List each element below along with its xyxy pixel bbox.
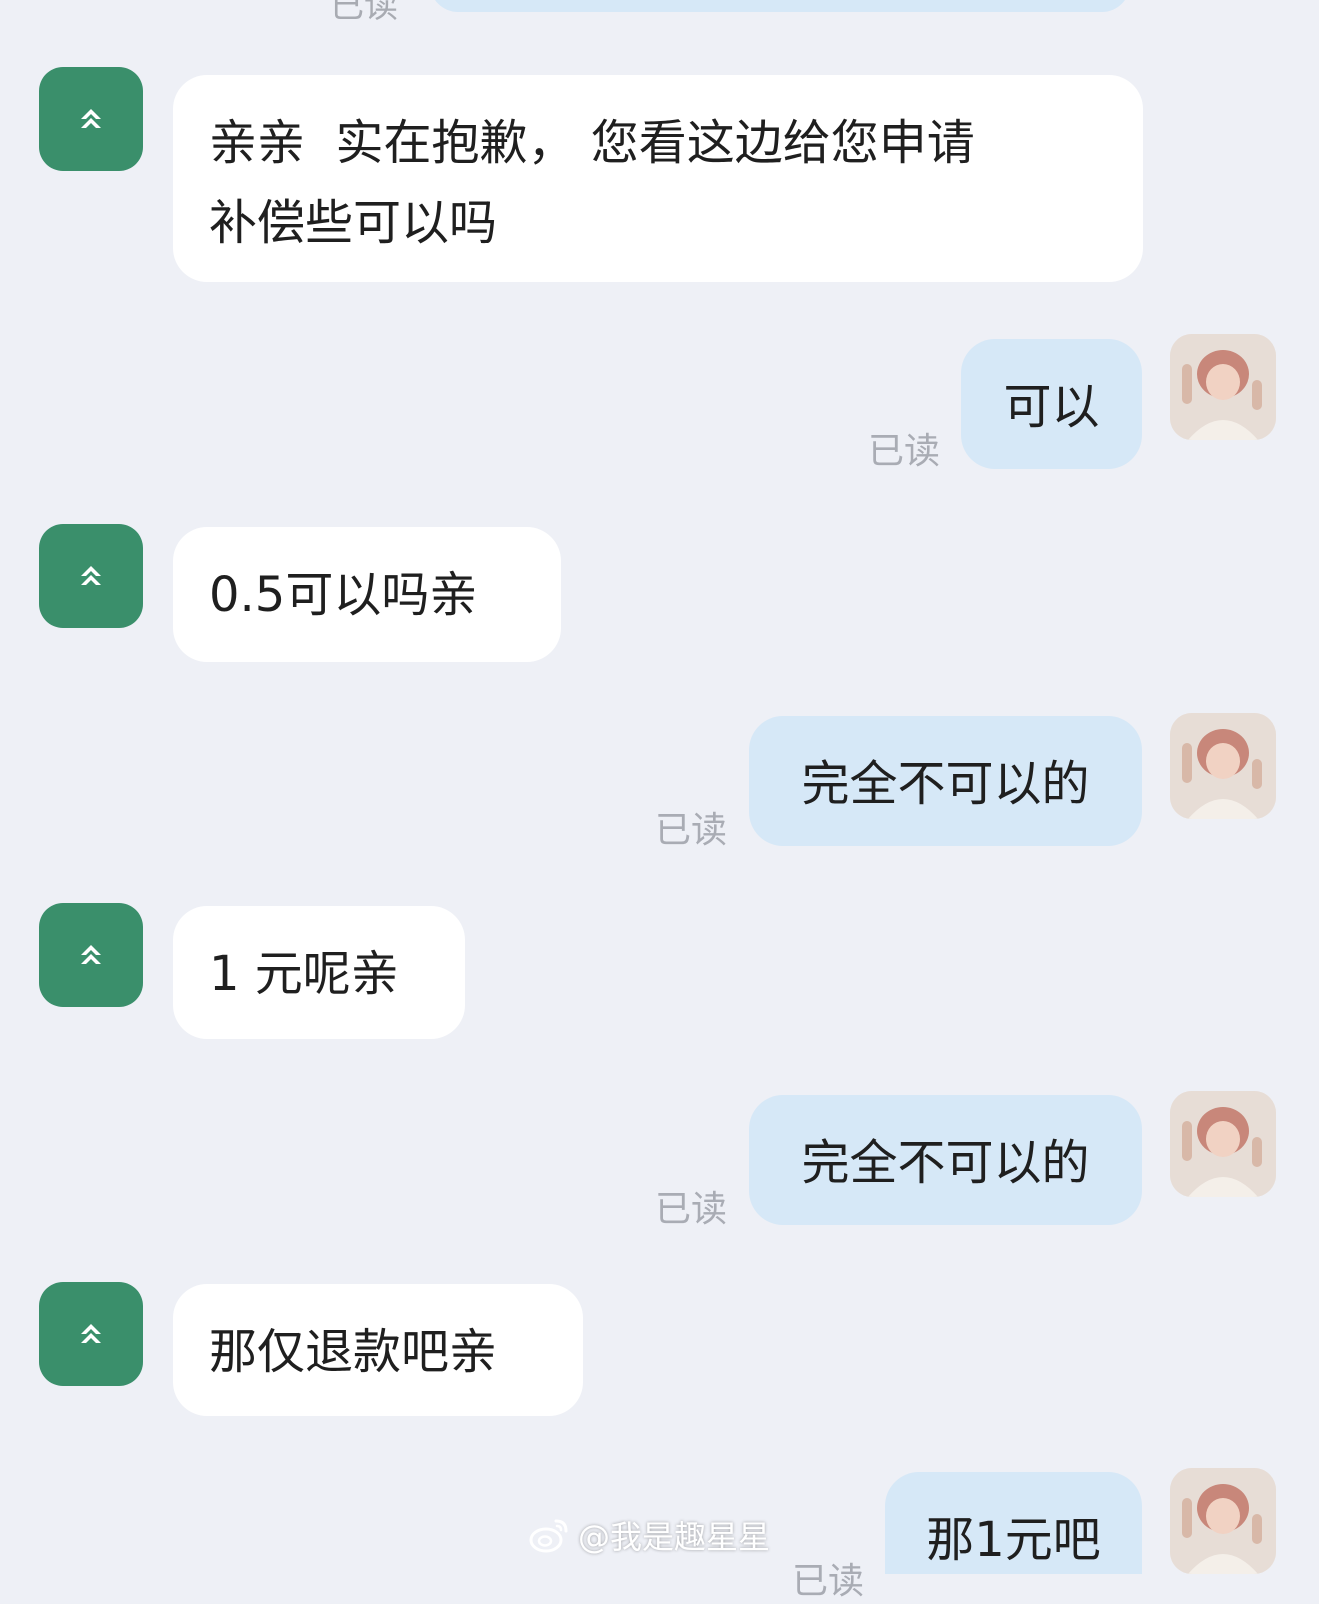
message-bubble-incoming[interactable]: 1 元呢亲 [173,906,465,1039]
user-avatar[interactable] [1170,1091,1276,1197]
chat-area[interactable]: 已读 亲亲 实在抱歉， 您看这边给您申请 补偿些可以吗 可以 已读 0.5可以吗… [0,0,1319,1602]
weibo-icon [529,1519,568,1553]
message-bubble-outgoing[interactable]: 完全不可以的 [749,716,1142,846]
shop-avatar[interactable] [39,1282,143,1386]
user-avatar-photo [1170,334,1276,440]
shop-avatar[interactable] [39,903,143,1007]
user-avatar[interactable] [1170,334,1276,440]
message-bubble-outgoing[interactable]: 可以 [961,339,1142,469]
shop-logo-icon [81,1324,101,1343]
read-status: 已读 [868,431,941,472]
read-status-partial: 已读 [330,0,398,26]
read-status: 已读 [655,1189,728,1230]
shop-logo-icon [81,566,101,585]
watermark: @我是趣星星 [528,1512,770,1558]
message-bubble-incoming[interactable]: 0.5可以吗亲 [173,527,561,662]
user-avatar-photo [1170,713,1276,819]
shop-logo-icon [81,109,101,128]
read-status: 已读 [655,810,728,851]
shop-avatar[interactable] [39,67,143,171]
user-avatar-photo [1170,1091,1276,1197]
user-avatar[interactable] [1170,1468,1276,1574]
message-bubble-outgoing[interactable]: 那1元吧 [885,1472,1142,1574]
message-bubble-incoming[interactable]: 亲亲 实在抱歉， 您看这边给您申请 补偿些可以吗 [173,75,1143,282]
message-bubble-outgoing[interactable]: 完全不可以的 [749,1095,1142,1225]
user-avatar[interactable] [1170,713,1276,819]
shop-avatar[interactable] [39,524,143,628]
user-avatar-photo [1170,1468,1276,1574]
read-status: 已读 [792,1561,865,1602]
message-bubble-partial[interactable] [430,0,1130,12]
watermark-text: @我是趣星星 [578,1518,771,1556]
shop-logo-icon [81,945,101,964]
message-bubble-incoming[interactable]: 那仅退款吧亲 [173,1284,583,1416]
